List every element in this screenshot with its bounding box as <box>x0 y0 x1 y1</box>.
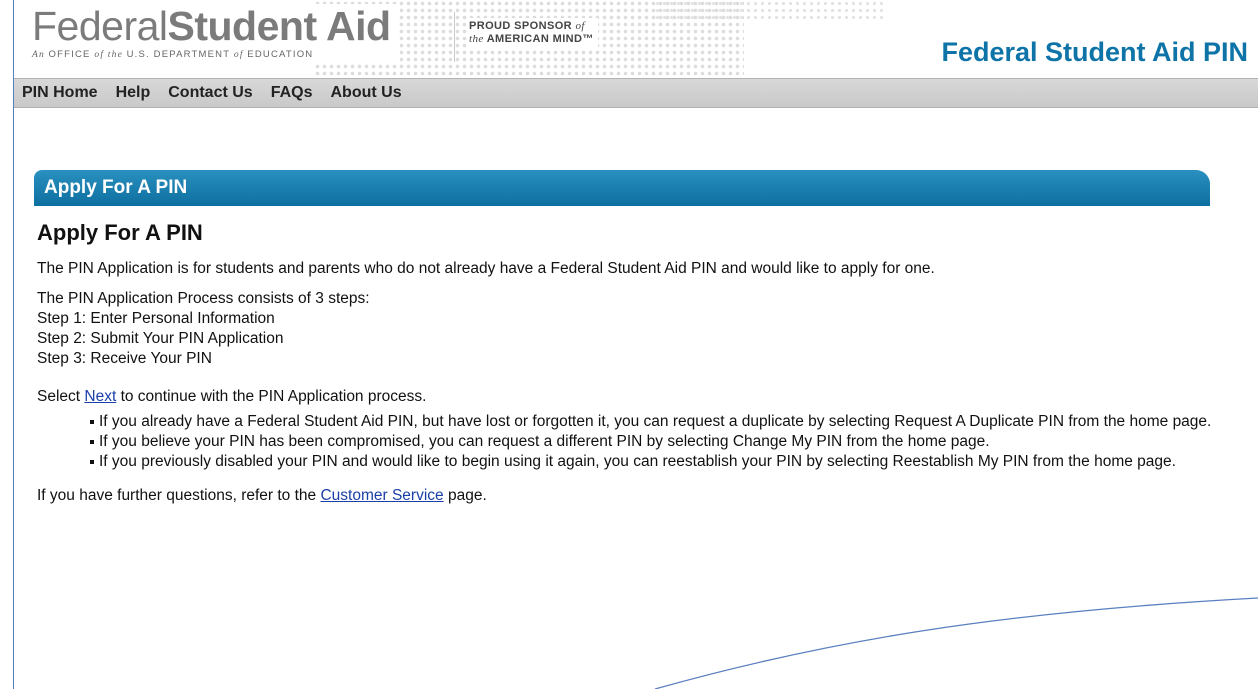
customer-service-link[interactable]: Customer Service <box>320 487 443 504</box>
main-content: Apply For A PIN The PIN Application is f… <box>37 220 1247 516</box>
step-item: Step 3: Receive Your PIN <box>37 350 212 367</box>
fsa-logo[interactable]: FederalStudent Aid An OFFICE of the U.S.… <box>32 4 397 62</box>
page-heading: Apply For A PIN <box>37 220 203 245</box>
further-questions-text: If you have further questions, refer to … <box>37 487 487 504</box>
list-item: If you previously disabled your PIN and … <box>90 452 1247 472</box>
section-title-bar: Apply For A PIN <box>34 170 1210 206</box>
nav-help[interactable]: Help <box>116 84 151 102</box>
info-bullets: If you already have a Federal Student Ai… <box>37 412 1247 472</box>
steps-list: The PIN Application Process consists of … <box>37 289 1247 369</box>
intro-text: The PIN Application is for students and … <box>37 260 935 277</box>
sponsor-tagline: PROUD SPONSOR of the AMERICAN MIND™ <box>469 18 598 48</box>
nav-pin-home[interactable]: PIN Home <box>22 84 98 102</box>
site-title: Federal Student Aid PIN <box>935 37 1248 68</box>
top-nav: PIN Home Help Contact Us FAQs About Us <box>14 78 1258 108</box>
next-link[interactable]: Next <box>84 388 116 405</box>
nav-contact-us[interactable]: Contact Us <box>168 84 252 102</box>
site-header: FederalStudent Aid An OFFICE of the U.S.… <box>14 0 1258 76</box>
logo-wordmark: FederalStudent Aid <box>32 3 391 49</box>
step-item: Step 2: Submit Your PIN Application <box>37 330 284 347</box>
list-item: If you already have a Federal Student Ai… <box>90 412 1247 432</box>
select-next-text: Select Next to continue with the PIN App… <box>37 388 427 405</box>
logo-divider <box>454 12 455 62</box>
logo-subtitle: An OFFICE of the U.S. DEPARTMENT of EDUC… <box>32 49 314 60</box>
nav-about-us[interactable]: About Us <box>331 84 402 102</box>
page-frame: FederalStudent Aid An OFFICE of the U.S.… <box>13 0 1258 689</box>
step-item: Step 1: Enter Personal Information <box>37 310 275 327</box>
process-intro: The PIN Application Process consists of … <box>37 290 370 307</box>
nav-faqs[interactable]: FAQs <box>271 84 313 102</box>
list-item: If you believe your PIN has been comprom… <box>90 432 1247 452</box>
header-dot-pattern-top <box>654 0 884 20</box>
